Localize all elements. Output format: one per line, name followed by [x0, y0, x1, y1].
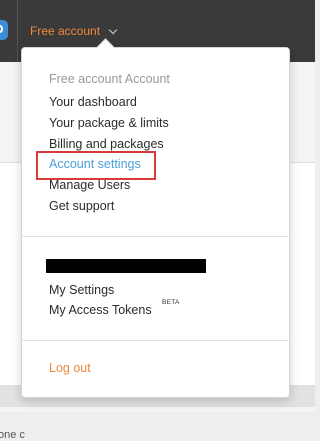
logout-link[interactable]: Log out [49, 361, 91, 375]
menu-item-my-settings[interactable]: My Settings [49, 283, 114, 297]
menu-item-billing-packages[interactable]: Billing and packages [49, 137, 164, 151]
logo-icon[interactable] [0, 20, 8, 40]
menu-item-get-support[interactable]: Get support [49, 199, 114, 213]
annotation-highlight-box [36, 151, 156, 180]
menu-item-manage-users[interactable]: Manage Users [49, 178, 130, 192]
menu-item-your-dashboard[interactable]: Your dashboard [49, 95, 137, 109]
menu-divider [22, 340, 289, 341]
menu-item-package-limits[interactable]: Your package & limits [49, 116, 169, 130]
redacted-username [46, 259, 206, 273]
chevron-down-icon [108, 25, 118, 34]
beta-badge: BETA [162, 299, 180, 306]
account-menu-label: Free account [30, 24, 101, 38]
account-dropdown-menu: Free account Account Your dashboard Your… [21, 38, 290, 398]
menu-divider [22, 236, 289, 237]
account-menu-toggle[interactable]: Free account [30, 22, 118, 40]
account-section-header: Free account Account [49, 72, 170, 86]
menu-item-my-access-tokens[interactable]: My Access Tokens [49, 303, 152, 317]
background-text: one c [0, 429, 25, 441]
nav-divider [17, 0, 18, 62]
